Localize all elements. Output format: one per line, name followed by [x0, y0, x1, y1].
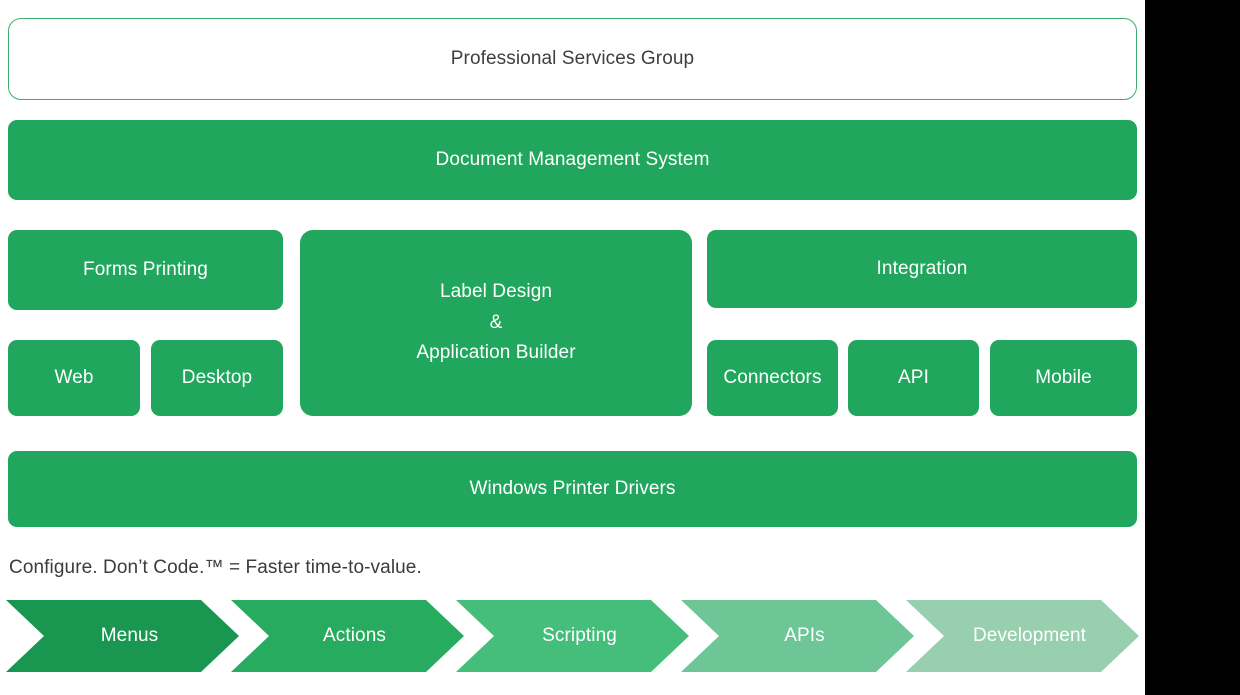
chevron-label: Menus: [100, 625, 159, 646]
chevron-step-scripting: Scripting: [456, 600, 689, 672]
layer-label-line-3: Application Builder: [416, 342, 576, 364]
chevron-label: Actions: [322, 625, 386, 646]
chevron-step-apis: APIs: [681, 600, 914, 672]
layer-windows-printer-drivers: Windows Printer Drivers: [8, 451, 1137, 527]
chevron-step-development: Development: [906, 600, 1139, 672]
diagram-canvas: Professional Services Group Document Man…: [0, 0, 1145, 695]
layer-forms-printing-desktop: Desktop: [151, 340, 283, 416]
layer-integration-mobile: Mobile: [990, 340, 1137, 416]
diagram-stage: Professional Services Group Document Man…: [0, 0, 1240, 695]
layer-integration-api: API: [848, 340, 979, 416]
tagline-text: Configure. Don’t Code.™ = Faster time-to…: [9, 557, 422, 578]
chevron-progression: Menus Actions Scripting APIs Development: [0, 600, 1145, 672]
chevron-label: Scripting: [542, 625, 617, 646]
layer-label: Forms Printing: [83, 259, 208, 281]
layer-label: Web: [54, 367, 94, 389]
layer-label: Mobile: [1035, 367, 1092, 389]
layer-label: Windows Printer Drivers: [469, 478, 676, 500]
layer-integration: Integration: [707, 230, 1137, 308]
layer-professional-services-group: Professional Services Group: [8, 18, 1137, 100]
layer-label: Integration: [876, 258, 968, 280]
layer-label: Desktop: [181, 367, 253, 389]
chevron-label: APIs: [784, 625, 825, 646]
layer-label: Document Management System: [435, 149, 710, 171]
chevron-label: Development: [972, 625, 1087, 646]
layer-label-line-2: &: [489, 311, 503, 333]
layer-document-management-system: Document Management System: [8, 120, 1137, 200]
layer-forms-printing: Forms Printing: [8, 230, 283, 310]
layer-forms-printing-web: Web: [8, 340, 140, 416]
layer-label: API: [898, 367, 929, 389]
layer-integration-connectors: Connectors: [707, 340, 838, 416]
layer-label: Professional Services Group: [450, 48, 695, 70]
chevron-step-actions: Actions: [231, 600, 464, 672]
layer-label: Connectors: [723, 367, 822, 389]
layer-label-line-1: Label Design: [439, 280, 553, 302]
chevron-step-menus: Menus: [6, 600, 239, 672]
layer-label-design-application-builder: Label Design & Application Builder: [300, 230, 692, 416]
